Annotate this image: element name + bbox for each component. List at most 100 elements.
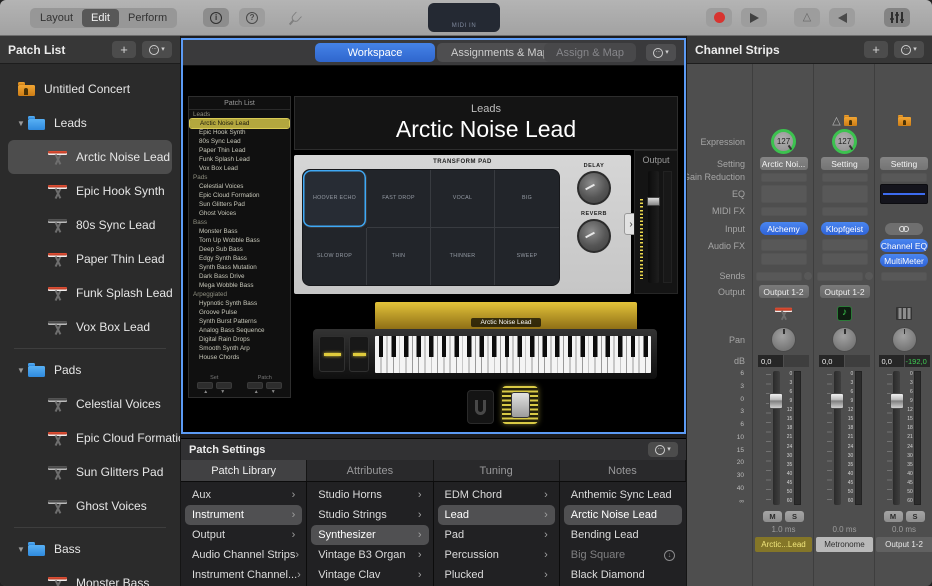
- solo-button[interactable]: S: [785, 511, 804, 522]
- add-patch-button[interactable]: +: [112, 41, 136, 58]
- mute-button[interactable]: M: [763, 511, 782, 522]
- library-item[interactable]: Vintage B3 Organ›: [311, 545, 428, 565]
- library-item[interactable]: Studio Strings›: [311, 505, 428, 525]
- reverb-knob[interactable]: [577, 219, 611, 253]
- library-item[interactable]: Black Diamond: [564, 565, 682, 585]
- metronome-button[interactable]: △: [794, 8, 820, 27]
- mini-item[interactable]: Digital Rain Drops: [189, 335, 290, 344]
- mini-item[interactable]: Monster Bass: [189, 227, 290, 236]
- fader-track[interactable]: [893, 371, 900, 505]
- mini-item[interactable]: 80s Sync Lead: [189, 137, 290, 146]
- mute-button[interactable]: M: [884, 511, 903, 522]
- channel-strips-toggle[interactable]: [884, 8, 910, 27]
- mini-item[interactable]: Synth Burst Patterns: [189, 317, 290, 326]
- help-button[interactable]: ?: [239, 8, 265, 27]
- channel-strips-action-menu[interactable]: ...▾: [894, 41, 924, 58]
- mode-layout[interactable]: Layout: [31, 9, 82, 27]
- tab-attributes[interactable]: Attributes: [307, 460, 433, 481]
- eq-slot[interactable]: [761, 185, 807, 203]
- send-slot[interactable]: [881, 272, 927, 281]
- audio-fx-slot[interactable]: [761, 239, 807, 251]
- mini-item[interactable]: House Chords: [189, 353, 290, 362]
- fader-cap[interactable]: [830, 393, 844, 409]
- mini-item[interactable]: Synth Bass Mutation: [189, 263, 290, 272]
- library-item-selected[interactable]: Lead›: [438, 505, 555, 525]
- mini-item[interactable]: Epic Cloud Formation: [189, 191, 290, 200]
- mini-item[interactable]: Ghost Voices: [189, 209, 290, 218]
- channel-nameplate[interactable]: Arctic...Lead: [755, 537, 812, 552]
- set-row-pads[interactable]: ▼Pads: [8, 353, 172, 387]
- patch-row[interactable]: Paper Thin Lead: [8, 242, 172, 276]
- library-item[interactable]: Plucked›: [438, 565, 555, 585]
- expression-knob[interactable]: 127: [832, 129, 857, 154]
- setting-button[interactable]: Setting: [821, 157, 869, 170]
- library-item[interactable]: Percussion›: [438, 545, 555, 565]
- tab-notes[interactable]: Notes: [560, 460, 686, 481]
- patch-row[interactable]: Sun Glitters Pad: [8, 455, 172, 489]
- library-item-downloadable[interactable]: Big Square↓: [564, 545, 682, 565]
- pitch-bend-wheel[interactable]: [319, 336, 345, 372]
- audio-fx-slot[interactable]: [761, 253, 807, 265]
- patch-list-action-menu[interactable]: ...▾: [142, 41, 172, 58]
- mod-wheel[interactable]: [349, 336, 369, 372]
- channel-nameplate[interactable]: Output 1-2: [876, 537, 932, 552]
- mini-item[interactable]: Torn Up Wobble Bass: [189, 236, 290, 245]
- patch-minus-button[interactable]: [247, 382, 263, 389]
- tab-tuning[interactable]: Tuning: [434, 460, 560, 481]
- pan-knob[interactable]: [771, 327, 796, 352]
- setting-button[interactable]: Setting: [880, 157, 928, 170]
- library-item[interactable]: EDM Chord›: [438, 485, 555, 505]
- mini-item-selected[interactable]: Arctic Noise Lead: [190, 119, 289, 128]
- mini-item[interactable]: Paper Thin Lead: [189, 146, 290, 155]
- mini-item[interactable]: Funk Splash Lead: [189, 155, 290, 164]
- library-item[interactable]: Bending Lead: [564, 525, 682, 545]
- workspace-action-menu[interactable]: ...▾: [646, 44, 676, 61]
- down-arrow-icon[interactable]: ▼: [271, 390, 276, 395]
- assign-map-button[interactable]: Assign & Map: [544, 43, 636, 62]
- library-item[interactable]: Aux›: [185, 485, 302, 505]
- patch-row[interactable]: Monster Bass: [8, 566, 172, 586]
- instrument-plugin-button[interactable]: Alchemy: [760, 222, 808, 235]
- mini-item[interactable]: Analog Bass Sequence: [189, 326, 290, 335]
- library-item[interactable]: Pad›: [438, 525, 555, 545]
- mini-item[interactable]: Hypnotic Synth Bass: [189, 299, 290, 308]
- channel-nameplate[interactable]: Metronome: [816, 537, 873, 552]
- chevron-down-icon[interactable]: ▼: [14, 119, 28, 128]
- library-item-selected[interactable]: Arctic Noise Lead: [564, 505, 682, 525]
- mode-edit[interactable]: Edit: [82, 9, 119, 27]
- transform-pad-cell[interactable]: THINNER: [431, 228, 495, 286]
- set-plus-button[interactable]: [216, 382, 232, 389]
- pan-knob[interactable]: [832, 327, 857, 352]
- library-item-selected[interactable]: Instrument›: [185, 505, 302, 525]
- mini-item[interactable]: Smooth Synth Arp: [189, 344, 290, 353]
- expression-pedal-active[interactable]: [502, 386, 538, 424]
- fader-track[interactable]: [773, 371, 780, 505]
- send-knob[interactable]: [804, 272, 812, 280]
- tab-workspace[interactable]: Workspace: [315, 43, 435, 62]
- channel-fader[interactable]: 03691215182124303540455060: [814, 371, 875, 505]
- transform-pad-cell[interactable]: SWEEP: [495, 228, 559, 286]
- mini-item[interactable]: Epic Hook Synth: [189, 128, 290, 137]
- library-item[interactable]: Output›: [185, 525, 302, 545]
- set-row-bass[interactable]: ▼Bass: [8, 532, 172, 566]
- library-item[interactable]: Audio Channel Strips›: [185, 545, 302, 565]
- fader-cap[interactable]: [647, 197, 660, 206]
- midi-fx-slot[interactable]: [761, 207, 807, 216]
- record-button[interactable]: [706, 8, 732, 27]
- set-minus-button[interactable]: [197, 382, 213, 389]
- patch-row[interactable]: Epic Hook Synth: [8, 174, 172, 208]
- mini-item[interactable]: Edgy Synth Bass: [189, 254, 290, 263]
- download-icon[interactable]: ↓: [664, 550, 675, 561]
- output-routing-button[interactable]: Output 1-2: [759, 285, 809, 298]
- mini-item[interactable]: Dark Bass Drive: [189, 272, 290, 281]
- down-arrow-icon[interactable]: ▼: [220, 390, 225, 395]
- fader-db-value[interactable]: 0,0: [879, 355, 904, 367]
- transform-pad-cell[interactable]: BIG: [495, 170, 559, 228]
- stereo-format-button[interactable]: [885, 223, 923, 235]
- chevron-down-icon[interactable]: ▼: [14, 366, 28, 375]
- eq-thumbnail[interactable]: [880, 184, 928, 204]
- transform-pad-cell[interactable]: VOCAL: [431, 170, 495, 228]
- output-routing-button[interactable]: Output 1-2: [820, 285, 870, 298]
- fader-track[interactable]: [834, 371, 841, 505]
- mini-item[interactable]: Vox Box Lead: [189, 164, 290, 173]
